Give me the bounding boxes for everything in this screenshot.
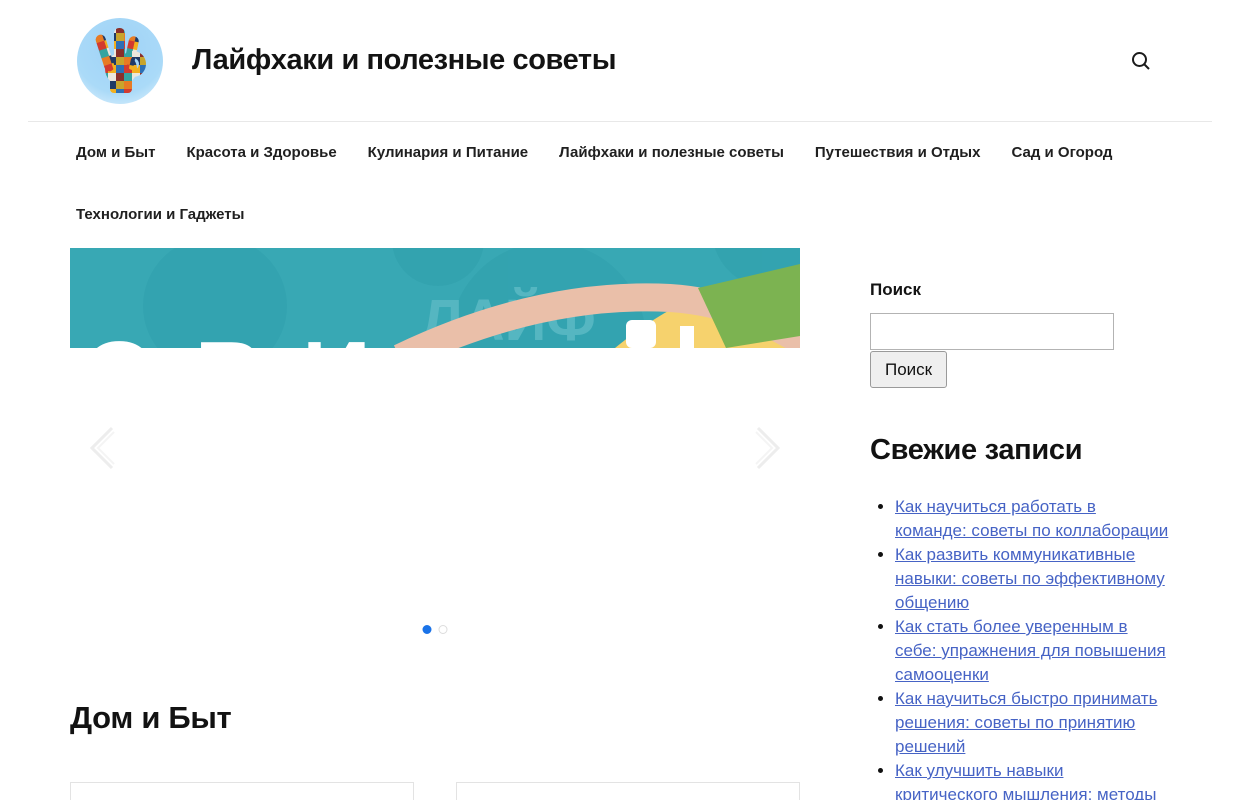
carousel-prev-button[interactable] — [88, 426, 116, 470]
hand-ok-logo-icon — [76, 17, 164, 105]
recent-post-item: Как развить коммуникативные навыки: сове… — [895, 543, 1170, 615]
carousel-next-button[interactable] — [754, 426, 782, 470]
post-cards-row — [70, 782, 800, 800]
carousel-slide-image[interactable]: ЛАЙФ ОВИ — [70, 248, 800, 348]
carousel: ЛАЙФ ОВИ — [70, 248, 800, 648]
nav-link[interactable]: Красота и Здоровье — [186, 144, 336, 161]
nav-item: Красота и Здоровье — [186, 122, 336, 184]
site-logo[interactable] — [76, 17, 164, 105]
section-title: Дом и Быт — [70, 700, 800, 736]
recent-post-link[interactable]: Как научиться работать в команде: советы… — [895, 497, 1168, 540]
sidebar: Поиск Поиск Свежие записи Как научиться … — [870, 248, 1170, 800]
nav-link[interactable]: Технологии и Гаджеты — [76, 206, 244, 223]
post-card[interactable] — [456, 782, 800, 800]
nav-item: Технологии и Гаджеты — [76, 184, 244, 246]
carousel-dot-1[interactable] — [423, 625, 432, 634]
recent-post-link[interactable]: Как развить коммуникативные навыки: сове… — [895, 545, 1165, 612]
nav-link[interactable]: Сад и Огород — [1011, 144, 1112, 161]
magnifier-icon — [1129, 49, 1153, 73]
content-row: ЛАЙФ ОВИ — [28, 248, 1212, 800]
main-nav: Дом и Быт Красота и Здоровье Кулинария и П… — [28, 122, 1212, 246]
recent-post-link[interactable]: Как научиться быстро принимать решения: … — [895, 689, 1157, 756]
nav-link[interactable]: Лайфхаки и полезные советы — [559, 144, 784, 161]
recent-post-item: Как стать более уверенным в себе: упражн… — [895, 615, 1170, 687]
chevron-left-icon — [88, 426, 116, 470]
search-submit-button[interactable]: Поиск — [870, 351, 947, 388]
main-column: ЛАЙФ ОВИ — [70, 248, 800, 800]
search-input[interactable] — [870, 313, 1114, 350]
recent-post-link[interactable]: Как стать более уверенным в себе: упражн… — [895, 617, 1166, 684]
recent-post-link[interactable]: Как улучшить навыки критического мышлени… — [895, 761, 1156, 800]
recent-post-item: Как улучшить навыки критического мышлени… — [895, 759, 1170, 800]
recent-post-item: Как научиться быстро принимать решения: … — [895, 687, 1170, 759]
nav-item: Путешествия и Отдых — [815, 122, 981, 184]
site-title: Лайфхаки и полезные советы — [192, 44, 616, 77]
nav-link[interactable]: Путешествия и Отдых — [815, 144, 981, 161]
recent-posts-title: Свежие записи — [870, 434, 1170, 467]
nav-item: Дом и Быт — [76, 122, 155, 184]
nav-item: Кулинария и Питание — [368, 122, 528, 184]
carousel-dot-2[interactable] — [439, 625, 448, 634]
nav-item: Лайфхаки и полезные советы — [559, 122, 784, 184]
recent-posts-list: Как научиться работать в команде: советы… — [870, 495, 1170, 800]
nav-item: Сад и Огород — [1011, 122, 1112, 184]
slide-partial-text: ОВИ — [82, 322, 409, 348]
recent-post-item: Как научиться работать в команде: советы… — [895, 495, 1170, 543]
carousel-dots — [423, 625, 448, 634]
chevron-right-icon — [754, 426, 782, 470]
nav-link[interactable]: Дом и Быт — [76, 144, 155, 161]
post-card[interactable] — [70, 782, 414, 800]
page-container: Лайфхаки и полезные советы Дом и Быт Крас… — [28, 0, 1212, 800]
site-header: Лайфхаки и полезные советы — [28, 0, 1212, 122]
main-nav-list: Дом и Быт Красота и Здоровье Кулинария и П… — [76, 122, 1212, 246]
nav-link[interactable]: Кулинария и Питание — [368, 144, 528, 161]
search-icon[interactable] — [1124, 44, 1158, 78]
search-widget-label: Поиск — [870, 280, 1170, 300]
